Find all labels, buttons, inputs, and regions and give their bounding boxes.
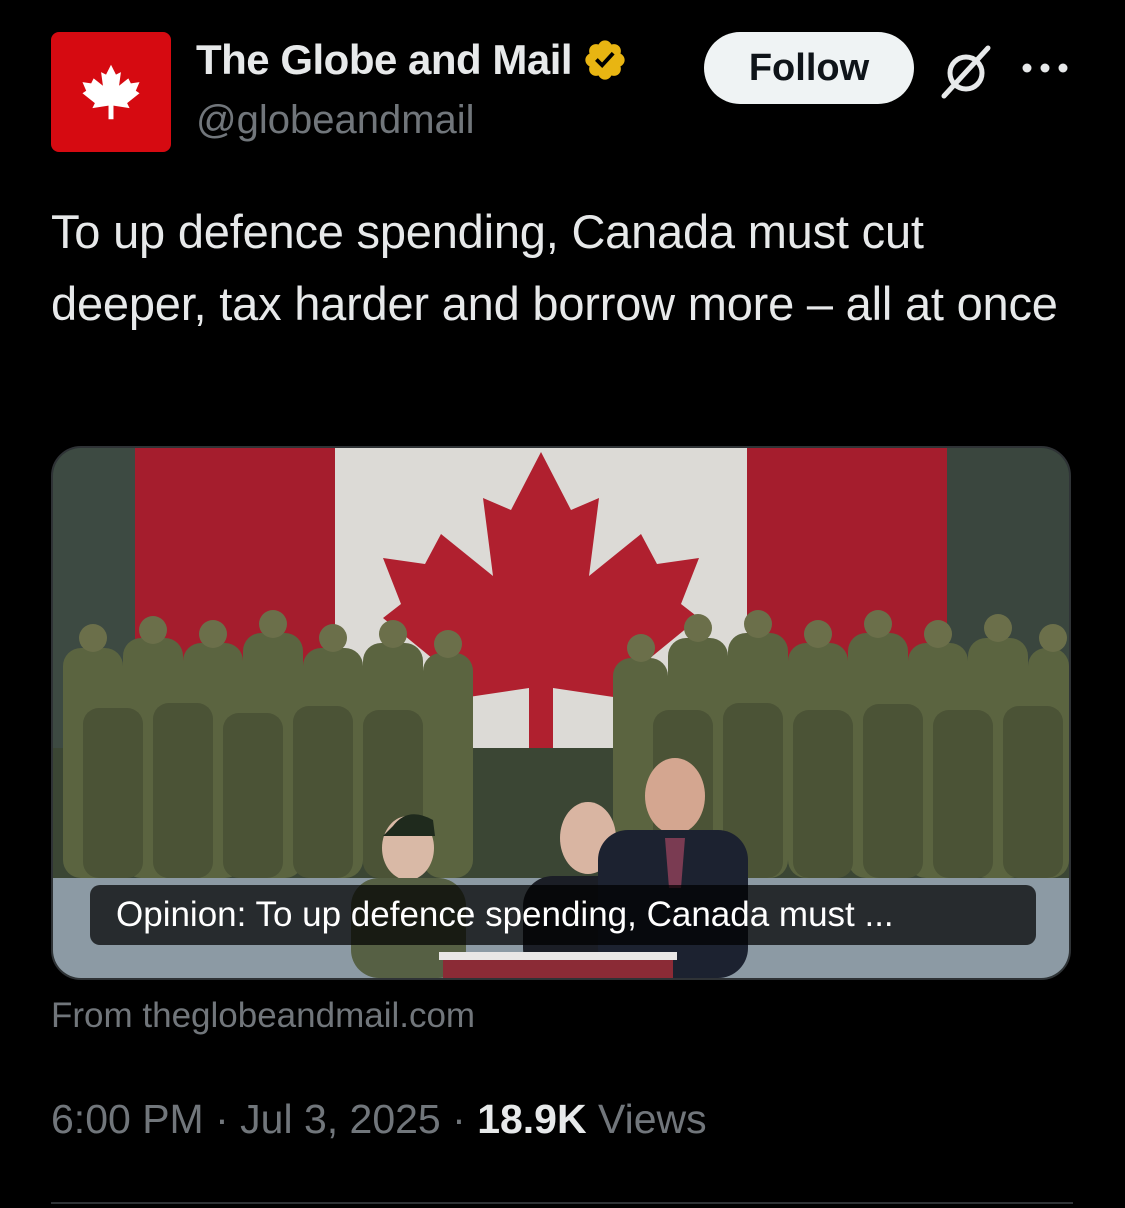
grok-icon[interactable]	[936, 42, 996, 102]
tweet-text: To up defence spending, Canada must cut …	[51, 205, 1058, 330]
tweet-date[interactable]: Jul 3, 2025	[240, 1096, 441, 1142]
avatar[interactable]	[51, 32, 171, 152]
link-source[interactable]: From theglobeandmail.com	[51, 996, 475, 1036]
display-name[interactable]: The Globe and Mail	[196, 36, 573, 84]
more-options-icon[interactable]	[1020, 58, 1070, 78]
account-handle[interactable]: @globeandmail	[196, 98, 475, 143]
verified-badge-icon[interactable]	[582, 37, 628, 83]
views-label[interactable]: Views	[598, 1096, 707, 1142]
follow-button[interactable]: Follow	[704, 32, 914, 104]
divider	[51, 1202, 1073, 1204]
tweet-meta: 6:00 PM · Jul 3, 2025 · 18.9K Views	[51, 1096, 707, 1143]
maple-leaf-icon	[82, 64, 140, 120]
tweet-time[interactable]: 6:00 PM	[51, 1096, 204, 1142]
views-count[interactable]: 18.9K	[477, 1096, 586, 1142]
link-preview-card[interactable]: Opinion: To up defence spending, Canada …	[51, 446, 1071, 980]
meta-separator: ·	[440, 1096, 478, 1142]
account-name-row[interactable]: The Globe and Mail	[196, 36, 628, 84]
meta-separator: ·	[203, 1096, 241, 1142]
link-card-title[interactable]: Opinion: To up defence spending, Canada …	[90, 885, 1036, 945]
